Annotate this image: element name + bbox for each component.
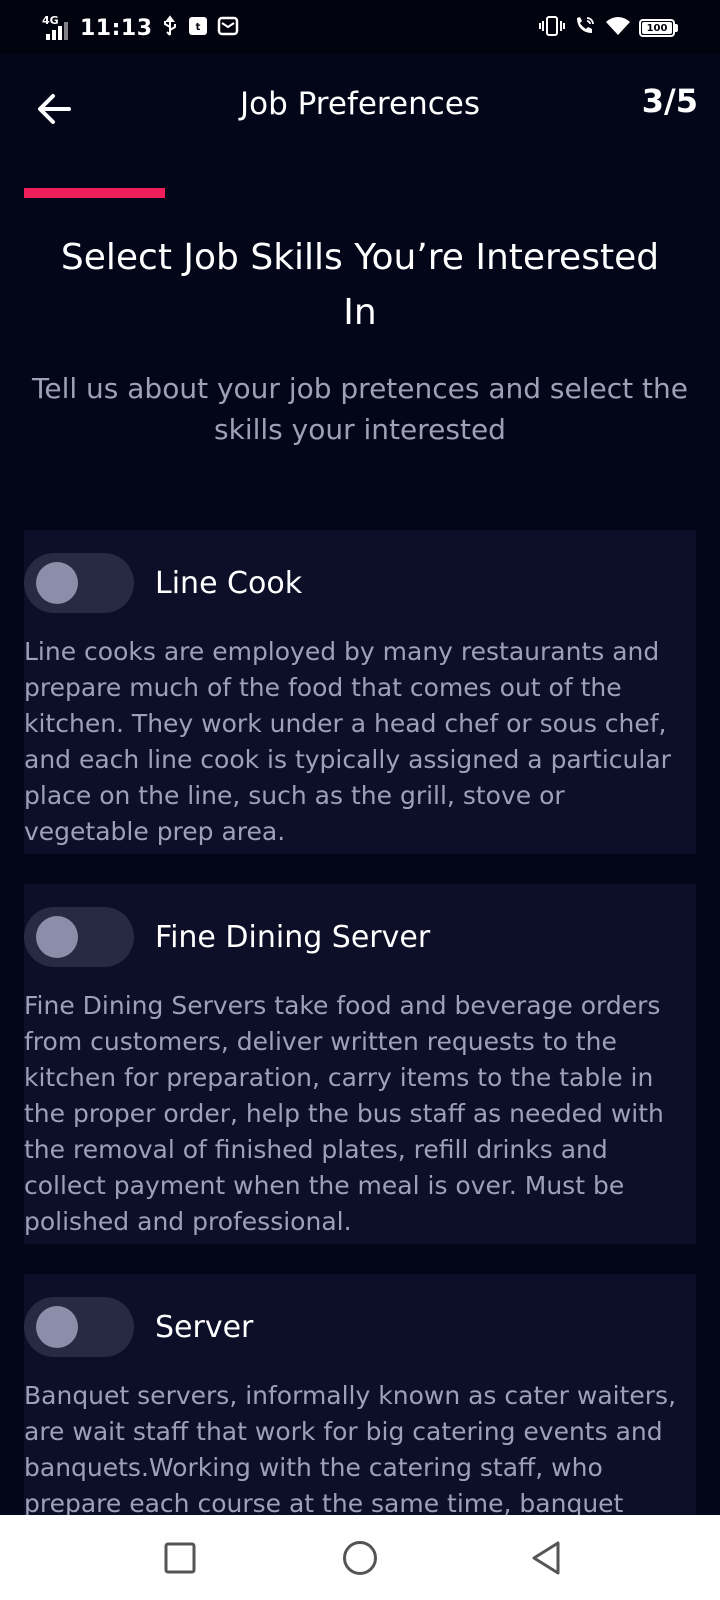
circle-icon bbox=[343, 1541, 377, 1575]
triangle-back-icon bbox=[532, 1541, 560, 1575]
status-bar: 4G 11:13 t 100 bbox=[0, 0, 720, 54]
svg-text:t: t bbox=[195, 22, 200, 33]
skill-name: Server bbox=[155, 1309, 254, 1345]
status-right: 100 bbox=[539, 12, 678, 44]
section-title: Select Job Skills You’re Interested In bbox=[60, 237, 660, 333]
square-icon bbox=[164, 1542, 196, 1574]
vibrate-icon bbox=[539, 15, 565, 41]
skill-toggle-fine-dining-server[interactable] bbox=[24, 907, 134, 967]
skill-description: Line cooks are employed by many restaura… bbox=[24, 637, 671, 846]
page-title: Job Preferences bbox=[240, 86, 480, 122]
home-button[interactable] bbox=[337, 1535, 383, 1581]
app-screen: 4G 11:13 t 100 Job Preferences 3/5 Selec… bbox=[0, 0, 720, 1600]
data-saver-icon: t bbox=[187, 15, 209, 41]
wifi-calling-icon bbox=[573, 15, 597, 41]
skill-card-line-cook: Line Cook Line cooks are employed by man… bbox=[24, 530, 696, 854]
skill-header: Line Cook bbox=[24, 530, 696, 620]
system-nav-bar bbox=[0, 1515, 720, 1600]
status-left: 4G 11:13 t bbox=[42, 12, 239, 44]
toggle-knob bbox=[36, 1306, 78, 1348]
battery-icon: 100 bbox=[639, 19, 678, 37]
skill-list: Line Cook Line cooks are employed by man… bbox=[24, 530, 696, 1592]
usb-icon bbox=[161, 15, 179, 41]
skill-description: Fine Dining Servers take food and bevera… bbox=[24, 991, 664, 1236]
wifi-icon bbox=[605, 15, 631, 41]
skill-toggle-line-cook[interactable] bbox=[24, 553, 134, 613]
progress-fill bbox=[24, 188, 166, 198]
toggle-knob bbox=[36, 916, 78, 958]
skill-header: Server bbox=[24, 1274, 696, 1364]
step-counter: 3/5 bbox=[641, 82, 698, 120]
skill-name: Line Cook bbox=[155, 565, 303, 601]
nav-back-button[interactable] bbox=[523, 1535, 569, 1581]
skill-header: Fine Dining Server bbox=[24, 884, 696, 974]
progress-bar bbox=[24, 188, 696, 198]
recents-button[interactable] bbox=[157, 1535, 203, 1581]
toggle-knob bbox=[36, 562, 78, 604]
status-time: 11:13 bbox=[80, 15, 153, 41]
app-header: Job Preferences 3/5 bbox=[0, 54, 720, 164]
skill-toggle-server[interactable] bbox=[24, 1297, 134, 1357]
mail-icon bbox=[217, 15, 239, 41]
skill-card-fine-dining-server: Fine Dining Server Fine Dining Servers t… bbox=[24, 884, 696, 1244]
signal-icon: 4G bbox=[42, 14, 72, 42]
battery-level: 100 bbox=[642, 22, 672, 34]
skill-name: Fine Dining Server bbox=[155, 919, 431, 955]
section-subtitle: Tell us about your job pretences and sel… bbox=[32, 372, 688, 446]
